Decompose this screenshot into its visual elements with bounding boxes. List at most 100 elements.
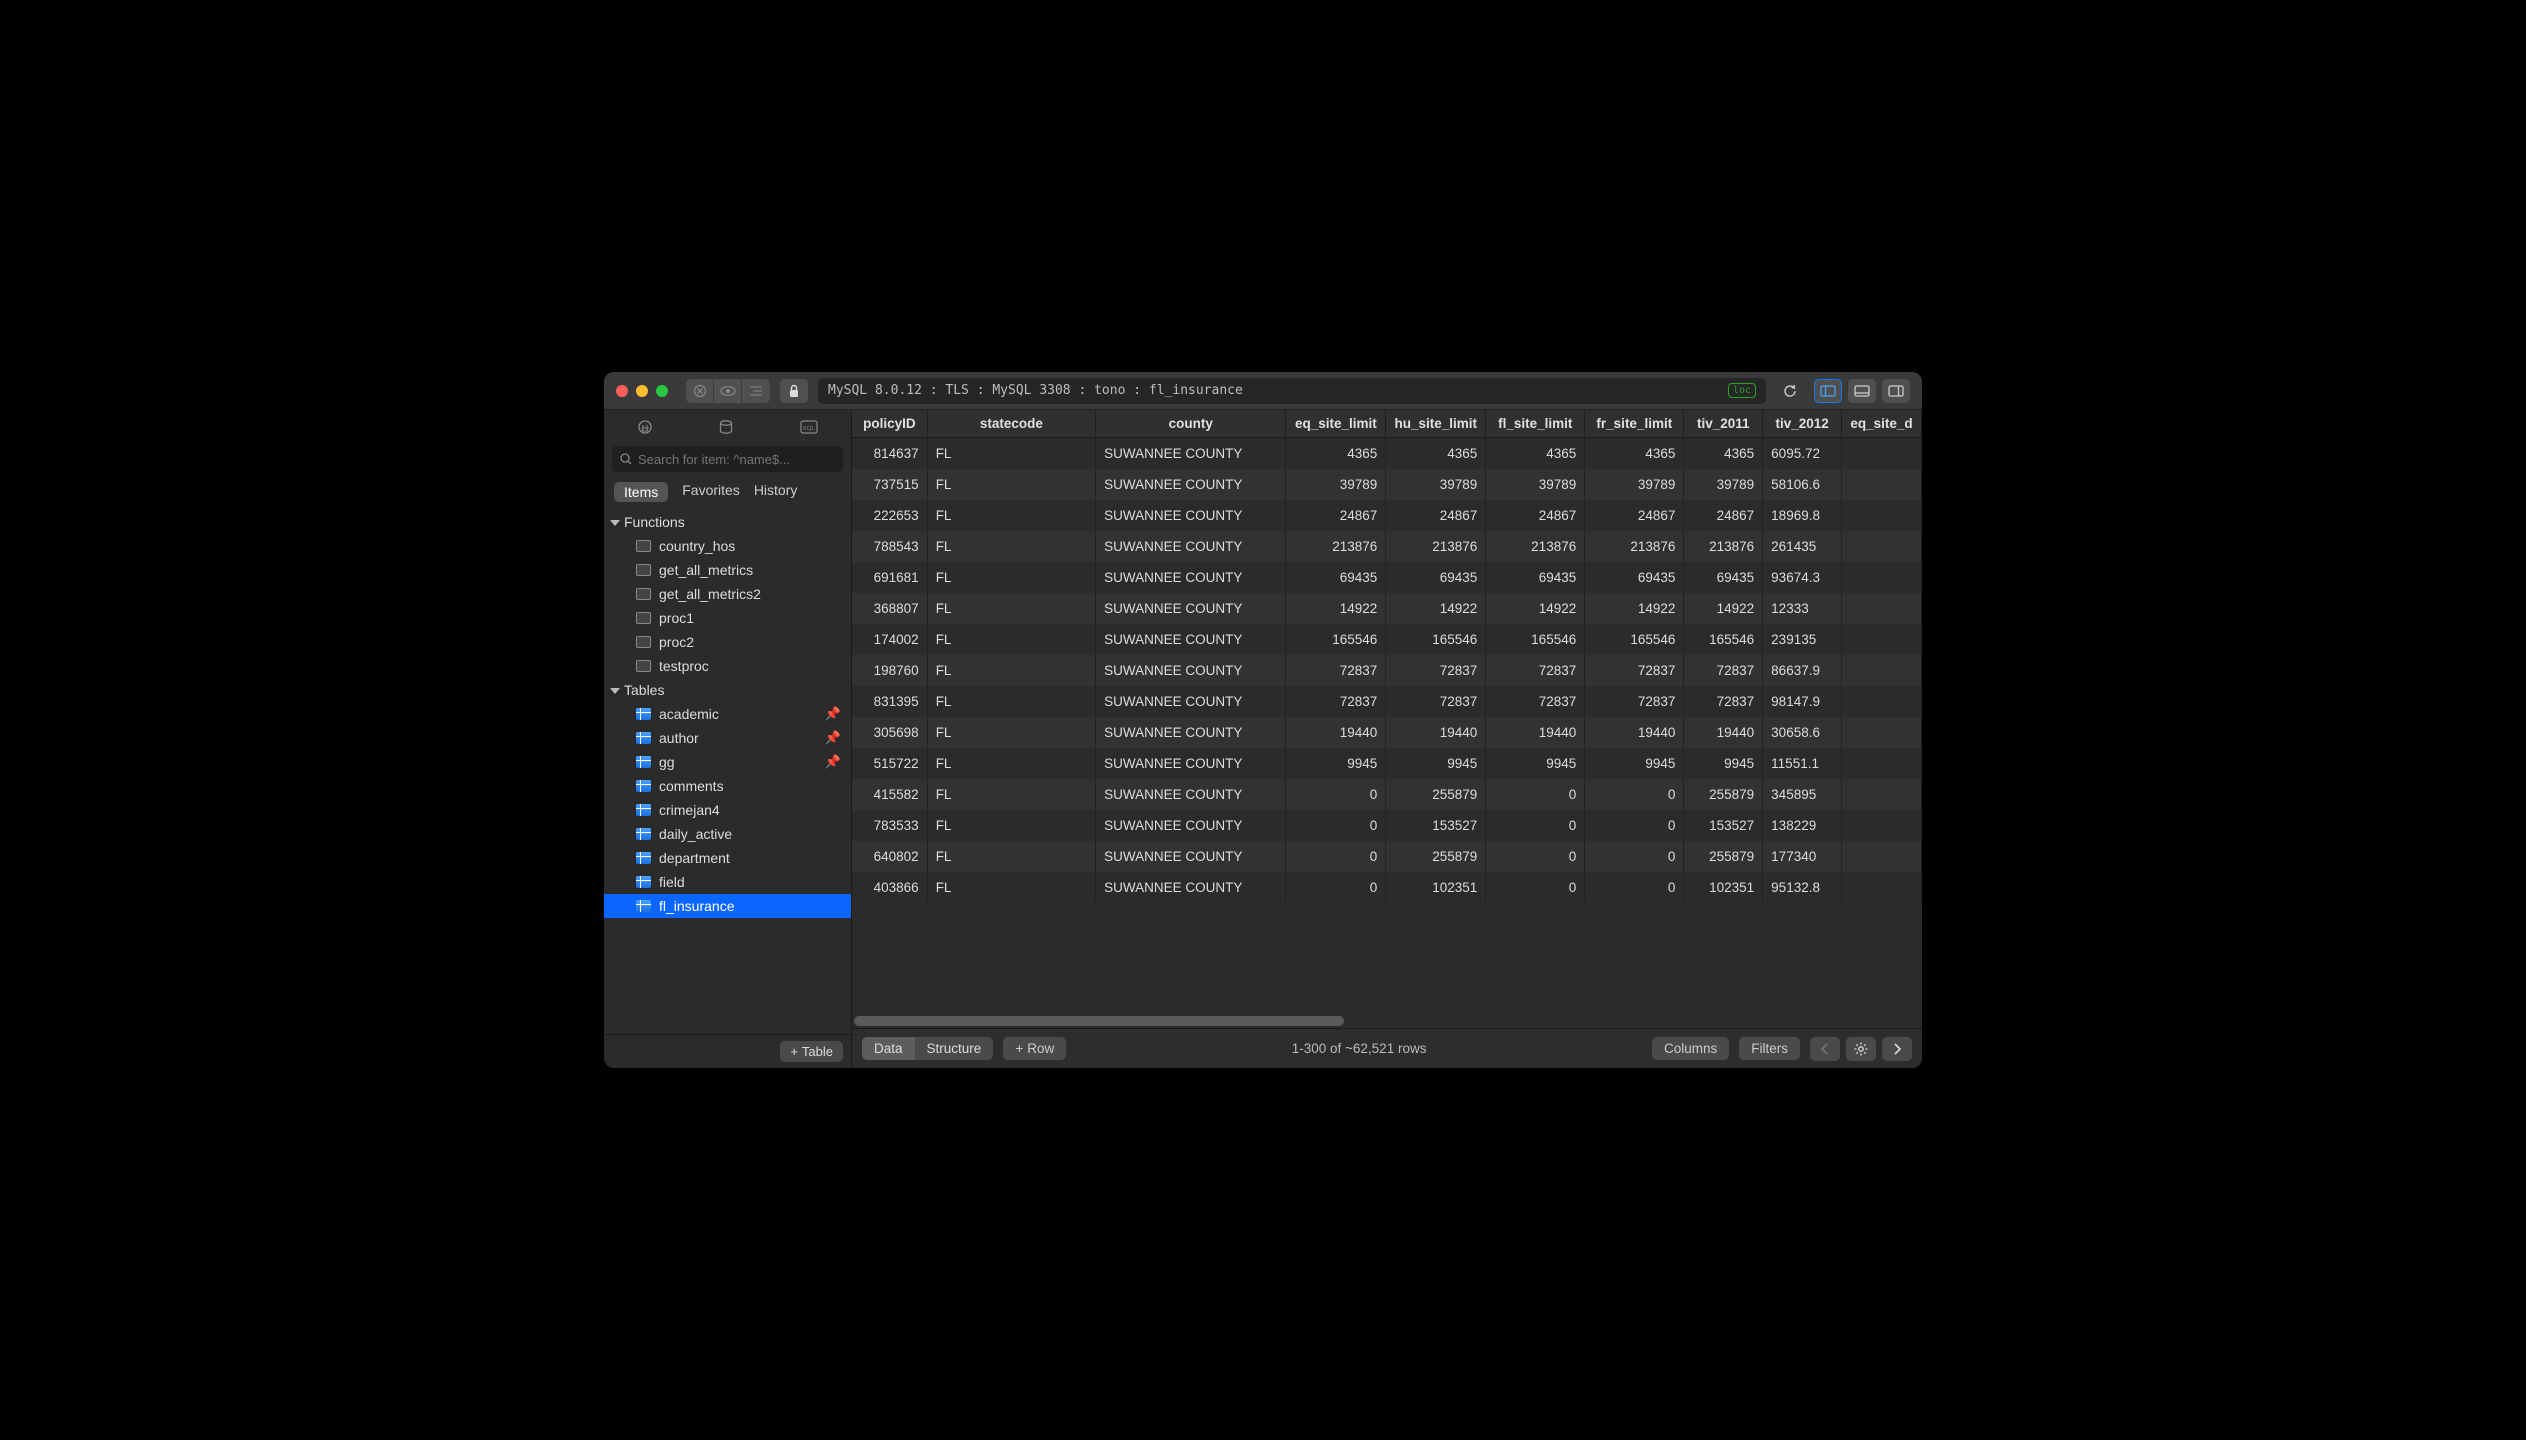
cell[interactable] bbox=[1842, 810, 1922, 841]
cell[interactable]: 0 bbox=[1585, 872, 1684, 903]
cell[interactable]: 11551.1 bbox=[1763, 748, 1842, 779]
table-row[interactable]: 814637FLSUWANNEE COUNTY43654365436543654… bbox=[852, 438, 1922, 470]
sidebar-item-table[interactable]: daily_active bbox=[604, 822, 851, 846]
layout-right-button[interactable] bbox=[1882, 379, 1910, 403]
cell[interactable]: FL bbox=[927, 748, 1095, 779]
cell[interactable]: 19440 bbox=[1486, 717, 1585, 748]
add-row-button[interactable]: + Row bbox=[1003, 1037, 1066, 1060]
cell[interactable]: 39789 bbox=[1684, 469, 1763, 500]
cell[interactable]: SUWANNEE COUNTY bbox=[1096, 748, 1286, 779]
layout-bottom-button[interactable] bbox=[1848, 379, 1876, 403]
table-row[interactable]: 305698FLSUWANNEE COUNTY19440194401944019… bbox=[852, 717, 1922, 748]
cell[interactable]: 0 bbox=[1585, 779, 1684, 810]
table-row[interactable]: 691681FLSUWANNEE COUNTY69435694356943569… bbox=[852, 562, 1922, 593]
cell[interactable]: 165546 bbox=[1386, 624, 1486, 655]
cell[interactable] bbox=[1842, 593, 1922, 624]
sidebar-item-function[interactable]: testproc bbox=[604, 654, 851, 678]
sidebar-item-table[interactable]: comments bbox=[604, 774, 851, 798]
lock-icon[interactable] bbox=[780, 379, 808, 403]
cancel-icon[interactable] bbox=[686, 379, 714, 403]
table-row[interactable]: 640802FLSUWANNEE COUNTY02558790025587917… bbox=[852, 841, 1922, 872]
cell[interactable]: 0 bbox=[1486, 810, 1585, 841]
column-header[interactable]: fr_site_limit bbox=[1585, 410, 1684, 438]
connection-path-field[interactable]: MySQL 8.0.12 : TLS : MySQL 3308 : tono :… bbox=[818, 378, 1766, 404]
cell[interactable]: FL bbox=[927, 593, 1095, 624]
table-row[interactable]: 198760FLSUWANNEE COUNTY72837728377283772… bbox=[852, 655, 1922, 686]
cell[interactable]: 72837 bbox=[1386, 655, 1486, 686]
column-header[interactable]: tiv_2012 bbox=[1763, 410, 1842, 438]
cell[interactable]: SUWANNEE COUNTY bbox=[1096, 531, 1286, 562]
cell[interactable]: 19440 bbox=[1286, 717, 1386, 748]
cell[interactable]: 213876 bbox=[1486, 531, 1585, 562]
cell[interactable]: 0 bbox=[1286, 872, 1386, 903]
cell[interactable]: 222653 bbox=[852, 500, 927, 531]
cell[interactable]: 93674.3 bbox=[1763, 562, 1842, 593]
cell[interactable]: FL bbox=[927, 655, 1095, 686]
cell[interactable]: FL bbox=[927, 562, 1095, 593]
column-header[interactable]: fl_site_limit bbox=[1486, 410, 1585, 438]
cell[interactable] bbox=[1842, 655, 1922, 686]
cell[interactable] bbox=[1842, 562, 1922, 593]
sidebar-item-function[interactable]: proc2 bbox=[604, 630, 851, 654]
table-row[interactable]: 737515FLSUWANNEE COUNTY39789397893978939… bbox=[852, 469, 1922, 500]
cell[interactable]: 86637.9 bbox=[1763, 655, 1842, 686]
view-structure-button[interactable]: Structure bbox=[915, 1037, 994, 1060]
cell[interactable]: 24867 bbox=[1386, 500, 1486, 531]
cell[interactable] bbox=[1842, 624, 1922, 655]
cell[interactable]: 72837 bbox=[1486, 686, 1585, 717]
cell[interactable]: 4365 bbox=[1286, 438, 1386, 470]
columns-button[interactable]: Columns bbox=[1652, 1037, 1729, 1060]
cell[interactable]: 19440 bbox=[1684, 717, 1763, 748]
column-header[interactable]: policyID bbox=[852, 410, 927, 438]
cell[interactable]: 4365 bbox=[1386, 438, 1486, 470]
cell[interactable]: 58106.6 bbox=[1763, 469, 1842, 500]
cell[interactable] bbox=[1842, 717, 1922, 748]
cell[interactable]: SUWANNEE COUNTY bbox=[1096, 469, 1286, 500]
table-row[interactable]: 415582FLSUWANNEE COUNTY02558790025587934… bbox=[852, 779, 1922, 810]
cell[interactable]: 814637 bbox=[852, 438, 927, 470]
cell[interactable]: 0 bbox=[1286, 779, 1386, 810]
cell[interactable]: 0 bbox=[1286, 841, 1386, 872]
cell[interactable]: 165546 bbox=[1585, 624, 1684, 655]
cell[interactable]: 0 bbox=[1286, 810, 1386, 841]
cell[interactable]: 39789 bbox=[1486, 469, 1585, 500]
cell[interactable]: 24867 bbox=[1286, 500, 1386, 531]
table-row[interactable]: 222653FLSUWANNEE COUNTY24867248672486724… bbox=[852, 500, 1922, 531]
cell[interactable]: 691681 bbox=[852, 562, 927, 593]
cell[interactable] bbox=[1842, 469, 1922, 500]
cell[interactable]: 788543 bbox=[852, 531, 927, 562]
cell[interactable]: 153527 bbox=[1386, 810, 1486, 841]
cell[interactable]: 165546 bbox=[1684, 624, 1763, 655]
cell[interactable]: 69435 bbox=[1486, 562, 1585, 593]
cell[interactable]: 12333 bbox=[1763, 593, 1842, 624]
cell[interactable]: 24867 bbox=[1585, 500, 1684, 531]
cell[interactable]: 69435 bbox=[1585, 562, 1684, 593]
cell[interactable]: FL bbox=[927, 872, 1095, 903]
cell[interactable]: 19440 bbox=[1585, 717, 1684, 748]
sidebar-item-table[interactable]: department bbox=[604, 846, 851, 870]
cell[interactable]: SUWANNEE COUNTY bbox=[1096, 562, 1286, 593]
cell[interactable]: 18969.8 bbox=[1763, 500, 1842, 531]
cell[interactable]: 213876 bbox=[1684, 531, 1763, 562]
sidebar-search[interactable] bbox=[612, 446, 843, 472]
cell[interactable]: 72837 bbox=[1386, 686, 1486, 717]
tab-history[interactable]: History bbox=[754, 482, 798, 502]
cell[interactable]: FL bbox=[927, 500, 1095, 531]
cell[interactable]: 39789 bbox=[1585, 469, 1684, 500]
cell[interactable]: 72837 bbox=[1286, 686, 1386, 717]
table-row[interactable]: 515722FLSUWANNEE COUNTY99459945994599459… bbox=[852, 748, 1922, 779]
scrollbar-thumb[interactable] bbox=[854, 1016, 1344, 1026]
cell[interactable]: FL bbox=[927, 841, 1095, 872]
cell[interactable]: 72837 bbox=[1684, 686, 1763, 717]
cell[interactable]: 213876 bbox=[1386, 531, 1486, 562]
cell[interactable]: 9945 bbox=[1286, 748, 1386, 779]
cell[interactable]: 261435 bbox=[1763, 531, 1842, 562]
column-header[interactable]: county bbox=[1096, 410, 1286, 438]
cell[interactable] bbox=[1842, 779, 1922, 810]
cell[interactable]: 14922 bbox=[1684, 593, 1763, 624]
cell[interactable] bbox=[1842, 438, 1922, 470]
sidebar-tree[interactable]: Functions country_hosget_all_metricsget_… bbox=[604, 510, 851, 1034]
cell[interactable]: 4365 bbox=[1684, 438, 1763, 470]
reload-button[interactable] bbox=[1776, 379, 1804, 403]
cell[interactable]: 177340 bbox=[1763, 841, 1842, 872]
